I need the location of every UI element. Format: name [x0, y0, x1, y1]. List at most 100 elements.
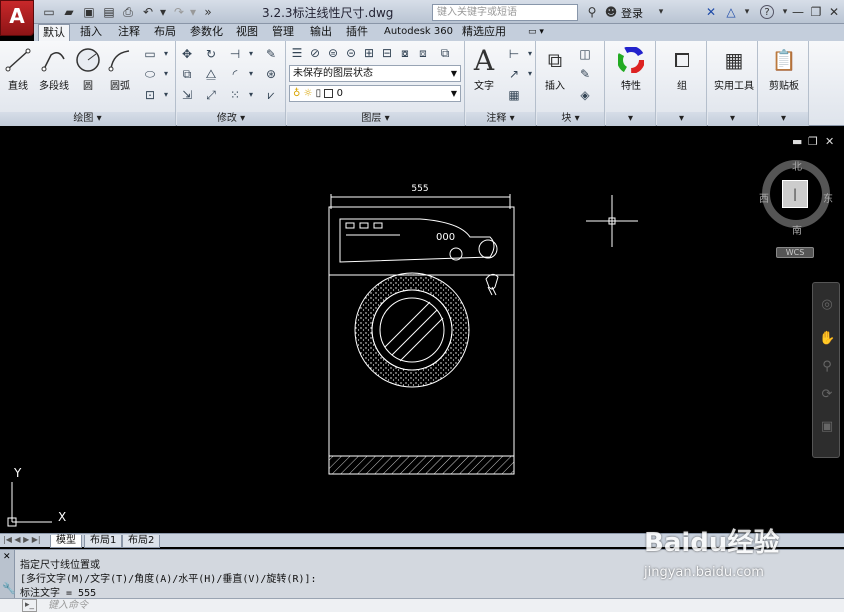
trim-dropdown-icon[interactable]: ▾ [243, 46, 259, 62]
layout-nav-arrows-icon[interactable]: |◀ ◀ ▶ ▶| [3, 535, 41, 544]
restore-icon[interactable]: ❐ [807, 3, 825, 21]
fillet-icon[interactable]: ◜ [227, 66, 243, 82]
login-button[interactable]: 登录 [621, 5, 643, 21]
command-close-icon[interactable]: ✕ [3, 552, 11, 562]
annotation-panel-label[interactable]: 注释 ▾ [466, 112, 535, 126]
layers-panel-label[interactable]: 图层 ▾ [287, 112, 464, 126]
undo-icon[interactable]: ↶ [141, 5, 155, 19]
text-button[interactable]: A 文字 [466, 44, 502, 93]
viewport-minimize-icon[interactable]: ▬ [792, 135, 802, 148]
tab-layout[interactable]: 布局 [150, 24, 180, 41]
copy-icon[interactable]: ⧉ [179, 66, 195, 82]
redo-dropdown-icon[interactable]: ▾ [186, 5, 200, 19]
save-icon[interactable]: ▣ [82, 5, 96, 19]
modify-panel-label[interactable]: 修改 ▾ [177, 112, 285, 126]
layer-icon-5[interactable]: ⊟ [379, 45, 395, 61]
viewcube-top-face[interactable]: | [782, 180, 808, 208]
minimize-icon[interactable]: — [789, 3, 807, 21]
tab-parametric[interactable]: 参数化 [186, 24, 227, 41]
mirror-icon[interactable]: ⧋ [203, 66, 219, 82]
login-dropdown-icon[interactable]: ▾ [652, 3, 670, 21]
tab-plugins[interactable]: 插件 [342, 24, 372, 41]
draw-panel-label[interactable]: 绘图 ▾ [0, 112, 175, 126]
autodesk-360-dropdown-icon[interactable]: ▾ [738, 3, 756, 21]
block-panel-label[interactable]: 块 ▾ [537, 112, 604, 126]
undo-dropdown-icon[interactable]: ▾ [156, 5, 170, 19]
layer-state-dropdown[interactable]: 未保存的图层状态 ▼ [289, 65, 461, 82]
tab-home[interactable]: 默认 [38, 24, 70, 41]
tab-layout2[interactable]: 布局2 [122, 535, 161, 548]
arc-button[interactable]: 圆弧 [102, 45, 138, 92]
dimension-dropdown-icon[interactable]: ▾ [522, 46, 538, 62]
layer-icon-6[interactable]: ⧇ [397, 45, 413, 61]
boundary-icon[interactable]: ⊡ [142, 87, 158, 103]
layer-icon-4[interactable]: ⊞ [361, 45, 377, 61]
zoom-icon[interactable]: ⚲ [819, 359, 835, 375]
array-dropdown-icon[interactable]: ▾ [243, 87, 259, 103]
command-settings-icon[interactable]: 🔧 [2, 582, 16, 595]
open-file-icon[interactable]: ▰ [62, 5, 76, 19]
layer-properties-icon[interactable]: ☰ [289, 45, 305, 61]
trim-icon[interactable]: ⊣ [227, 46, 243, 62]
tab-autodesk-360[interactable]: Autodesk 360 [380, 24, 457, 41]
hatch-dropdown-icon[interactable]: ▾ [158, 66, 174, 82]
boundary-dropdown-icon[interactable]: ▾ [158, 87, 174, 103]
array-icon[interactable]: ⁙ [227, 87, 243, 103]
current-layer-dropdown[interactable]: ♁ ☼ ▯ 0 ▼ [289, 85, 461, 102]
steering-wheel-icon[interactable]: ◎ [819, 297, 835, 313]
binoculars-icon[interactable]: ⚲ [583, 3, 601, 21]
move-icon[interactable]: ✥ [179, 46, 195, 62]
edit-block-icon[interactable]: ✎ [577, 66, 593, 82]
clipboard-button[interactable]: 📋 剪贴板 [762, 45, 806, 92]
rectangle-dropdown-icon[interactable]: ▾ [158, 46, 174, 62]
layer-icon-1[interactable]: ⊘ [307, 45, 323, 61]
tab-output[interactable]: 输出 [306, 24, 336, 41]
ribbon-minimize-icon[interactable]: ▭ ▾ [524, 24, 548, 41]
dimension-icon[interactable]: ⊢ [506, 46, 522, 62]
group-button[interactable]: ⧠ 组 [664, 45, 700, 92]
leader-icon[interactable]: ↗ [506, 66, 522, 82]
table-icon[interactable]: ▦ [506, 87, 522, 103]
rectangle-icon[interactable]: ▭ [142, 46, 158, 62]
erase-icon[interactable]: ✎ [263, 46, 279, 62]
compass-north[interactable]: 北 [792, 158, 802, 173]
viewport-restore-icon[interactable]: ❐ [808, 135, 818, 148]
wcs-menu[interactable]: WCS [776, 247, 814, 258]
utilities-button[interactable]: ▦ 实用工具 [711, 45, 757, 92]
compass-west[interactable]: 西 [759, 190, 769, 205]
layer-icon-2[interactable]: ⊜ [325, 45, 341, 61]
group-panel-expand[interactable]: ▾ [657, 112, 706, 126]
explode-icon[interactable]: ⊛ [263, 66, 279, 82]
stretch-icon[interactable]: ⇲ [179, 87, 195, 103]
compass-south[interactable]: 南 [792, 222, 802, 237]
pan-icon[interactable]: ✋ [819, 331, 835, 347]
polyline-button[interactable]: 多段线 [34, 45, 74, 92]
tab-layout1[interactable]: 布局1 [84, 535, 123, 548]
command-prompt-icon[interactable]: ▸_ [22, 599, 38, 612]
hatch-icon[interactable]: ⬭ [142, 66, 158, 82]
drawing-canvas[interactable]: 555 000 Y X ▬ ❐ ✕ | 北 南 东 西 WCS ◎ ✋ ⚲ ⟳ … [0, 127, 844, 533]
layer-icon-3[interactable]: ⊝ [343, 45, 359, 61]
viewport-close-icon[interactable]: ✕ [825, 135, 834, 148]
properties-button[interactable]: 特性 [613, 45, 649, 92]
layer-icon-8[interactable]: ⧉ [437, 45, 453, 61]
circle-button[interactable]: 圆 [70, 45, 106, 92]
orbit-icon[interactable]: ⟳ [819, 387, 835, 403]
tab-annotate[interactable]: 注释 [114, 24, 144, 41]
tab-view[interactable]: 视图 [232, 24, 262, 41]
tab-manage[interactable]: 管理 [268, 24, 298, 41]
fillet-dropdown-icon[interactable]: ▾ [243, 66, 259, 82]
clipboard-panel-expand[interactable]: ▾ [759, 112, 808, 126]
user-icon[interactable]: ☻ [602, 3, 620, 21]
new-file-icon[interactable]: ▭ [42, 5, 56, 19]
tab-featured-apps[interactable]: 精选应用 [458, 24, 510, 41]
application-menu-button[interactable]: A [0, 0, 34, 36]
redo-icon[interactable]: ↷ [172, 5, 186, 19]
leader-dropdown-icon[interactable]: ▾ [522, 66, 538, 82]
insert-block-button[interactable]: ⧉ 插入 [537, 45, 573, 92]
command-window-grip[interactable]: ✕ 🔧 [0, 550, 16, 599]
print-icon[interactable]: ⎙ [121, 5, 135, 19]
search-input[interactable]: 键入关键字或短语 [432, 4, 578, 21]
showmotion-icon[interactable]: ▣ [819, 419, 835, 435]
block-attribute-icon[interactable]: ◈ [577, 87, 593, 103]
